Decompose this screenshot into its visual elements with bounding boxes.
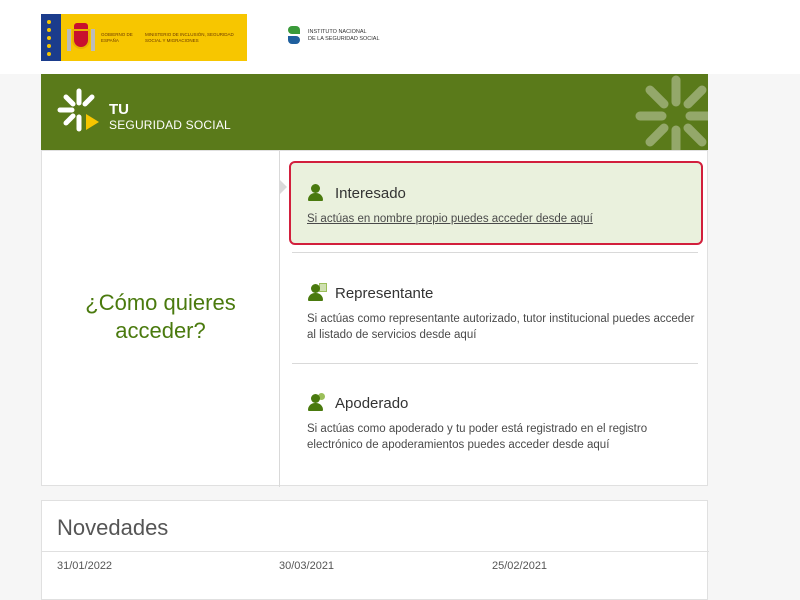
vertical-divider	[279, 151, 280, 487]
decorative-star-icon	[635, 75, 708, 150]
site-title[interactable]: TU SEGURIDAD SOCIAL	[109, 101, 231, 133]
seguridad-social-star-icon[interactable]	[57, 88, 101, 132]
coat-of-arms-icon	[67, 22, 95, 53]
person-icon	[307, 183, 327, 203]
site-header: TU SEGURIDAD SOCIAL	[41, 74, 708, 150]
inss-logo-line1: Instituto Nacional	[308, 29, 367, 35]
access-question: ¿Cómo quieres acceder?	[85, 290, 236, 343]
option-link[interactable]: Si actúas en nombre propio puedes accede…	[307, 211, 685, 227]
site-title-big: SEGURIDAD SOCIAL	[109, 118, 231, 132]
top-logos-bar: Gobierno de España Ministerio de Inclusi…	[0, 0, 800, 74]
access-card: ¿Cómo quieres acceder? Interesado Si act…	[41, 150, 708, 487]
government-logo[interactable]: Gobierno de España Ministerio de Inclusi…	[41, 14, 247, 61]
inss-logo-line2: de la Seguridad Social	[308, 36, 380, 42]
option-description[interactable]: Si actúas como representante autorizado,…	[307, 311, 698, 343]
inss-mark-icon	[286, 26, 302, 46]
news-date[interactable]: 30/03/2021	[279, 560, 334, 572]
news-title: Novedades	[57, 515, 169, 540]
gov-logo-line1: Gobierno de España	[101, 32, 133, 43]
access-option-representante[interactable]: Representante Si actúas como representan…	[290, 283, 698, 343]
access-option-apoderado[interactable]: Apoderado Si actúas como apoderado y tu …	[290, 393, 698, 453]
inss-logo[interactable]: Instituto Nacional de la Seguridad Socia…	[286, 26, 380, 46]
person-id-card-icon	[307, 283, 327, 303]
news-separator	[42, 551, 709, 552]
gov-logo-line2: Ministerio de Inclusión, Seguridad Socia…	[145, 32, 234, 43]
option-separator	[292, 363, 698, 364]
news-date[interactable]: 31/01/2022	[57, 560, 112, 572]
divider-arrow	[279, 179, 287, 195]
option-label: Apoderado	[335, 394, 409, 412]
news-date[interactable]: 25/02/2021	[492, 560, 547, 572]
eu-flag-icon	[41, 14, 61, 61]
option-separator	[292, 252, 698, 253]
person-pair-icon	[307, 393, 327, 413]
option-label: Representante	[335, 284, 434, 302]
option-description[interactable]: Si actúas como apoderado y tu poder está…	[307, 421, 698, 453]
site-title-small: TU	[109, 101, 129, 118]
news-section: Novedades 31/01/2022 30/03/2021 25/02/20…	[41, 500, 709, 600]
option-label: Interesado	[335, 184, 406, 202]
access-option-interesado[interactable]: Interesado Si actúas en nombre propio pu…	[289, 161, 703, 245]
